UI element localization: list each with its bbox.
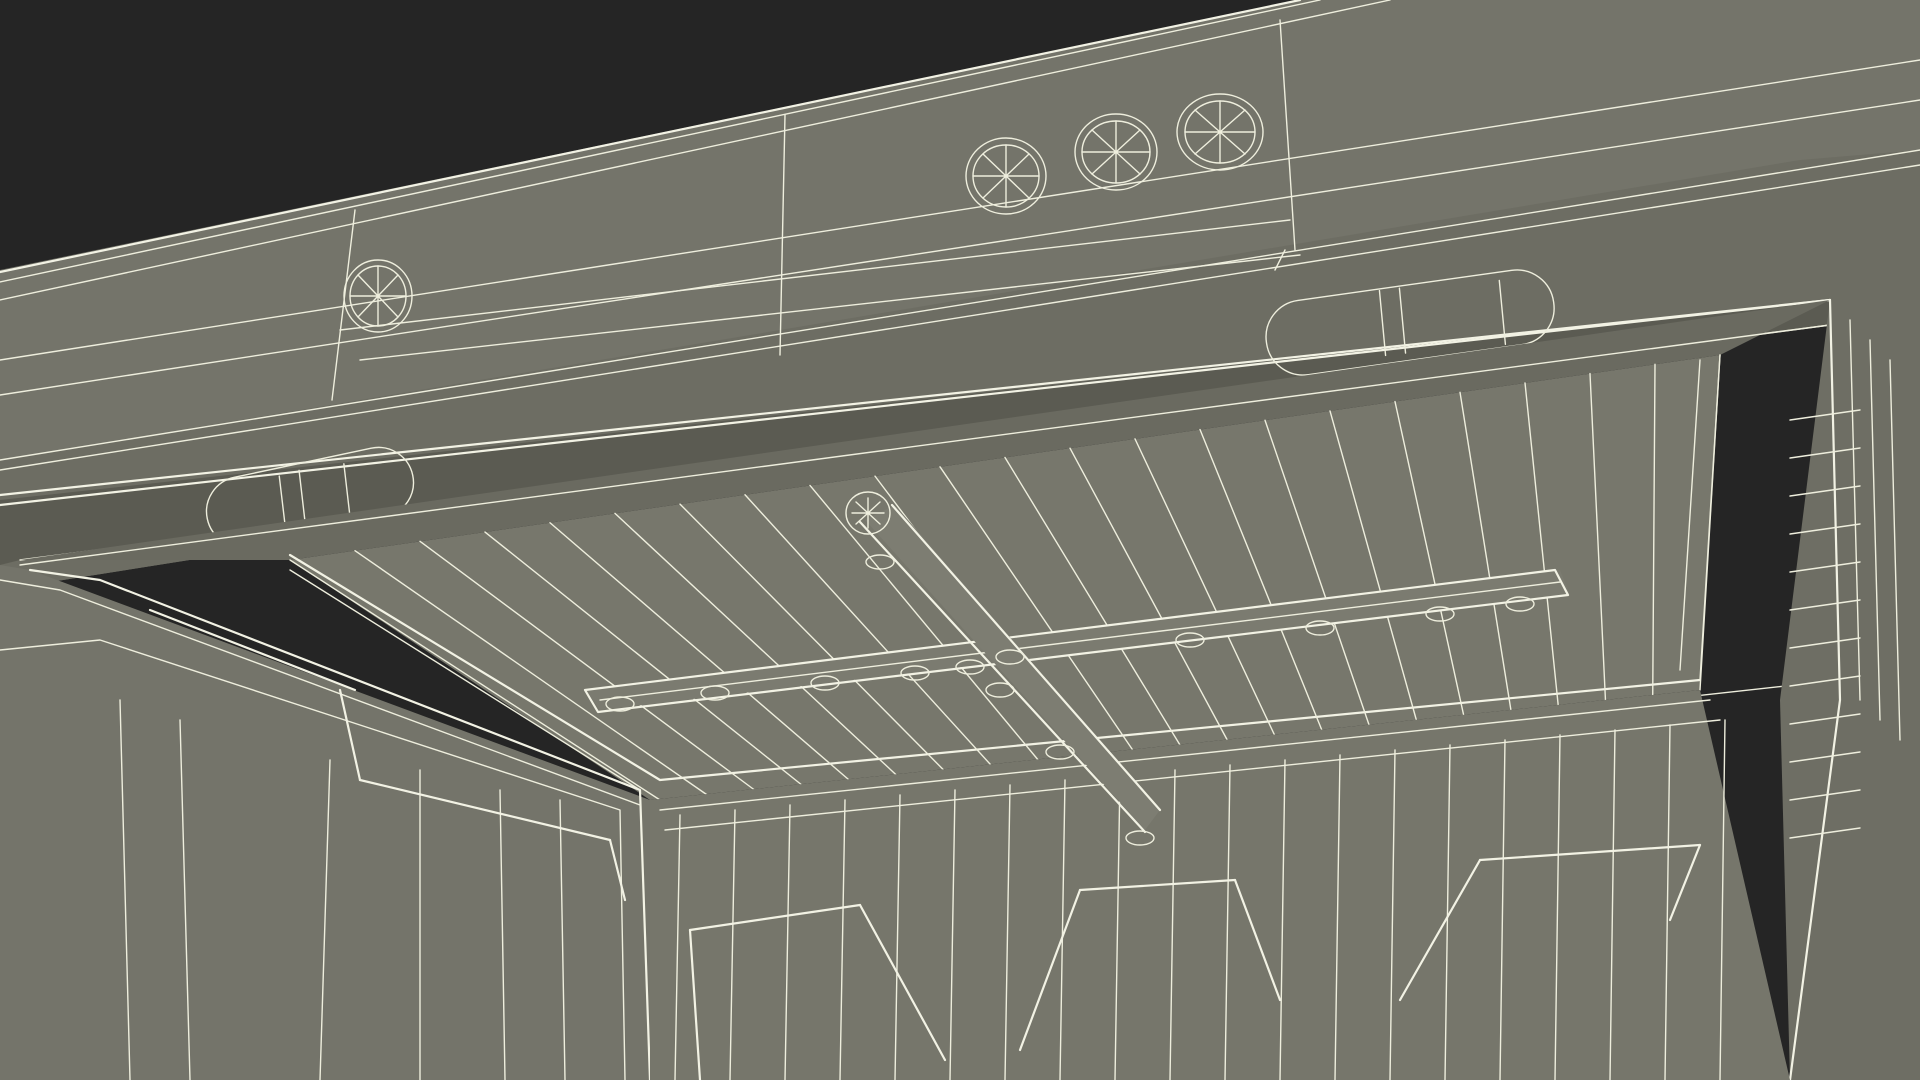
dishwasher-wireframe-render — [0, 0, 1920, 1080]
vent-2 — [1074, 113, 1158, 191]
vent-3 — [1176, 93, 1264, 171]
wireframe-viewport — [0, 0, 1920, 1080]
vent-1 — [965, 137, 1047, 215]
vent-left — [343, 259, 413, 333]
